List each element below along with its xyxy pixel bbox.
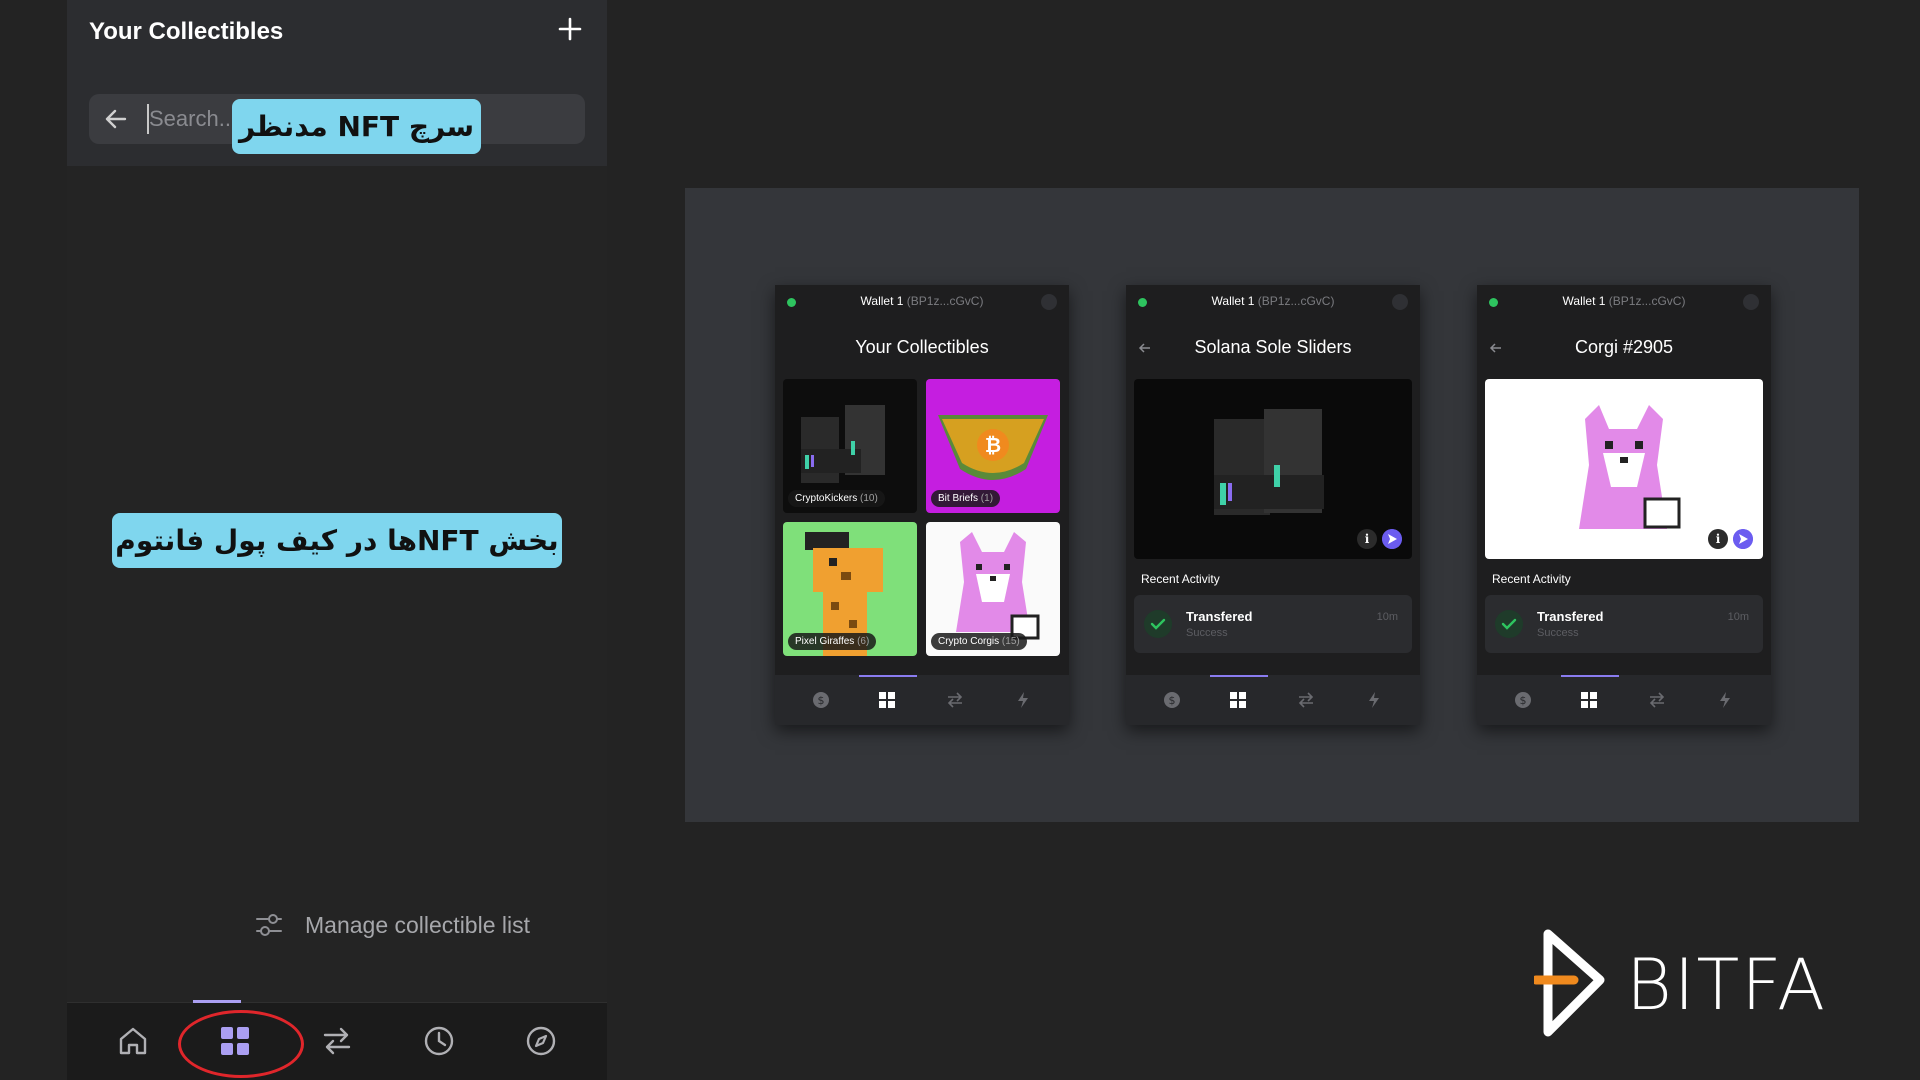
collection-tile[interactable]: CryptoKickers (10) [783,379,917,513]
bitfa-logo: BITFA [1531,928,1834,1038]
phone-collection-detail: Wallet 1 (BP1z...cGvC) Solana Sole Slide… [1126,285,1420,725]
nft-image: i [1134,379,1412,559]
image-actions: i [1708,529,1753,549]
active-tab-indicator [1210,675,1268,677]
activity-status: Success [1537,627,1579,639]
info-icon[interactable]: i [1357,529,1377,549]
manage-collectible-list-button[interactable]: Manage collectible list [253,908,530,942]
dollar-icon[interactable]: $ [1513,690,1533,710]
collection-label: Crypto Corgis (15) [931,633,1027,650]
collection-label: CryptoKickers (10) [788,490,885,507]
activity-title: Transfered [1537,609,1604,624]
activity-time: 10m [1376,611,1398,623]
activity-row[interactable]: Transfered Success 10m [1485,595,1763,653]
activity-status: Success [1186,627,1228,639]
sliders-icon [256,914,282,936]
swap-icon[interactable] [317,1021,357,1061]
svg-text:$: $ [1520,694,1527,707]
phone-collectibles: Wallet 1 (BP1z...cGvC) Your Collectibles… [775,285,1069,725]
wallet-header[interactable]: Wallet 1 (BP1z...cGvC) [1126,285,1420,317]
home-icon[interactable] [113,1021,153,1061]
highlight-circle [178,1010,304,1078]
grid-icon[interactable] [877,690,897,710]
search-input[interactable]: Search... [149,106,237,132]
bitfa-logo-text: BITFA [1626,944,1827,1026]
chevron-down-icon[interactable] [1392,294,1408,310]
send-icon[interactable] [1382,529,1402,549]
screenshots-showcase: Wallet 1 (BP1z...cGvC) Your Collectibles… [685,188,1859,822]
wallet-label: Wallet 1 (BP1z...cGvC) [860,294,984,308]
phone-bottom-nav: $ [1126,675,1420,725]
phone-bottom-nav: $ [1477,675,1771,725]
dollar-icon[interactable]: $ [1162,690,1182,710]
grid-icon[interactable] [1579,690,1599,710]
collection-tile[interactable]: Crypto Corgis (15) [926,522,1060,656]
bottom-nav [67,1000,607,1080]
add-collectible-button[interactable] [555,14,585,44]
phone-nft-detail: Wallet 1 (BP1z...cGvC) Corgi #2905 i Rec… [1477,285,1771,725]
wallet-header[interactable]: Wallet 1 (BP1z...cGvC) [1477,285,1771,317]
history-icon[interactable] [419,1021,459,1061]
activity-row[interactable]: Transfered Success 10m [1134,595,1412,653]
wallet-label: Wallet 1 (BP1z...cGvC) [1211,294,1335,308]
bitfa-logo-mark [1531,929,1605,1037]
chevron-down-icon[interactable] [1041,294,1057,310]
nft-image: i [1485,379,1763,559]
check-icon [1495,610,1523,638]
active-tab-indicator [1561,675,1619,677]
grid-icon[interactable] [1228,690,1248,710]
lightning-icon[interactable] [1715,690,1735,710]
active-tab-indicator [193,1000,241,1003]
collection-label: Bit Briefs (1) [931,490,1001,507]
recent-activity-label: Recent Activity [1492,572,1571,586]
recent-activity-label: Recent Activity [1141,572,1220,586]
section-annotation: بخش NFTها در کیف پول فانتوم [112,513,562,568]
screen-title: Solana Sole Sliders [1194,337,1352,357]
svg-text:$: $ [1169,694,1176,707]
activity-title: Transfered [1186,609,1253,624]
lightning-icon[interactable] [1364,690,1384,710]
swap-icon[interactable] [1647,690,1667,710]
phone-bottom-nav: $ [775,675,1069,725]
activity-time: 10m [1727,611,1749,623]
swap-icon[interactable] [945,690,965,710]
collection-tile[interactable]: ₿ Bit Briefs (1) [926,379,1060,513]
screen-title: Your Collectibles [855,337,989,357]
check-icon [1144,610,1172,638]
image-actions: i [1357,529,1402,549]
svg-text:$: $ [818,694,825,707]
wallet-header[interactable]: Wallet 1 (BP1z...cGvC) [775,285,1069,317]
info-icon[interactable]: i [1708,529,1728,549]
active-tab-indicator [859,675,917,677]
back-arrow-icon[interactable] [103,106,129,132]
chevron-down-icon[interactable] [1743,294,1759,310]
page-title: Your Collectibles [89,18,284,45]
lightning-icon[interactable] [1013,690,1033,710]
screen-title: Corgi #2905 [1574,337,1674,357]
explore-icon[interactable] [521,1021,561,1061]
svg-text:₿: ₿ [985,433,1001,457]
dollar-icon[interactable]: $ [811,690,831,710]
swap-icon[interactable] [1296,690,1316,710]
manage-collectible-list-label: Manage collectible list [305,911,531,938]
collection-tile[interactable]: Pixel Giraffes (6) [783,522,917,656]
wallet-label: Wallet 1 (BP1z...cGvC) [1562,294,1686,308]
collection-label: Pixel Giraffes (6) [788,633,877,650]
send-icon[interactable] [1733,529,1753,549]
search-annotation: سرچ NFT مدنظر [232,99,481,154]
